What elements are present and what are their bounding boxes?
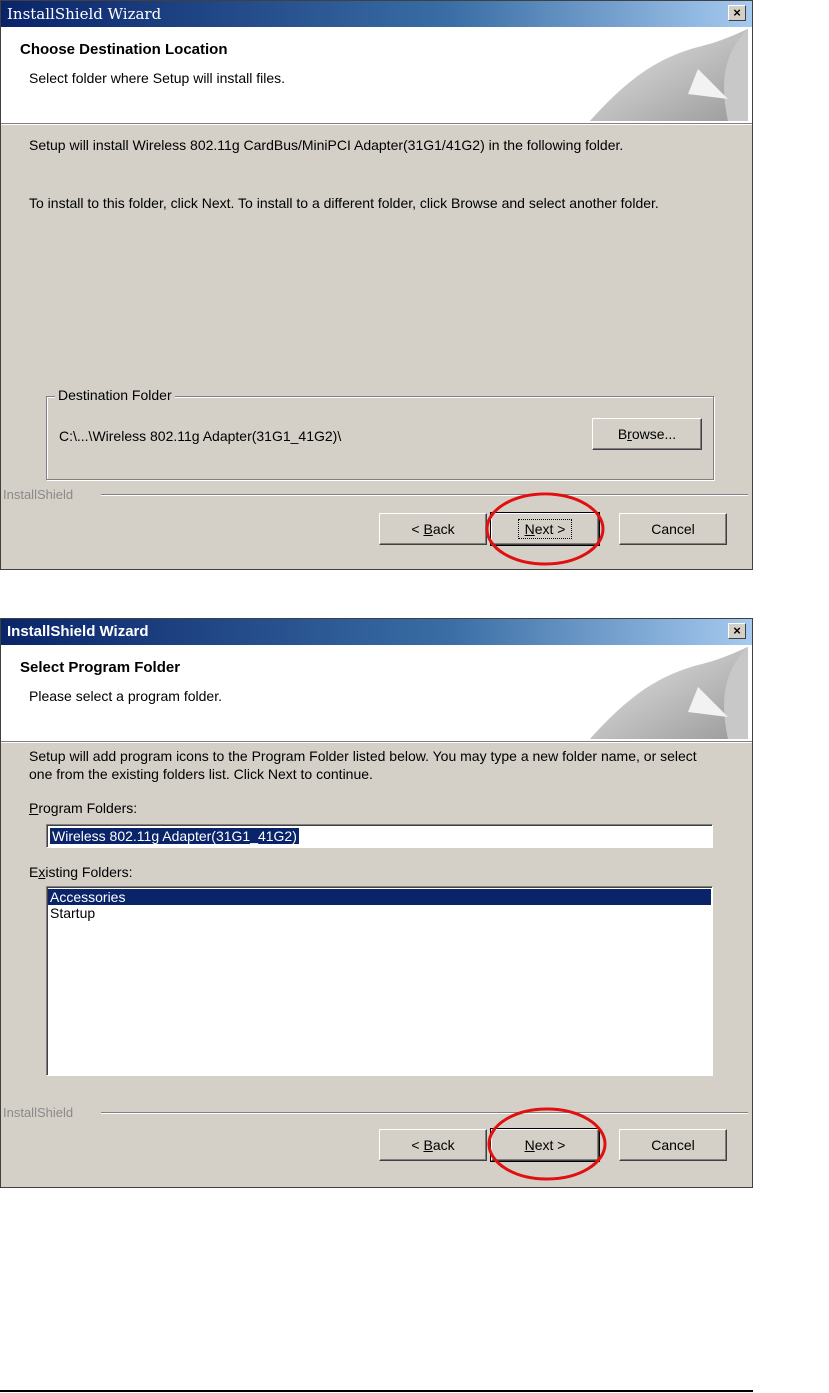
installshield-separator: InstallShield [1,1105,752,1120]
program-folder-description: Setup will add program icons to the Prog… [29,748,697,782]
program-folders-label: Program Folders: [29,800,138,816]
destination-folder-group: Destination Folder C:\...\Wireless 802.1… [46,387,714,480]
program-folder-value: Wireless 802.11g Adapter(31G1_41G2) [50,828,299,844]
list-item-accessories[interactable]: Accessories [48,889,711,905]
separator-label: InstallShield [3,1105,80,1120]
window-title: InstallShield Wizard [7,623,149,640]
title-bar: InstallShield Wizard × [1,1,752,27]
wizard-header: Select Program Folder Please select a pr… [1,645,752,742]
header-title: Choose Destination Location [20,41,228,58]
page-curl-icon [590,29,748,121]
destination-path: C:\...\Wireless 802.11g Adapter(31G1_41G… [59,428,342,444]
header-subtitle: Select folder where Setup will install f… [29,70,286,86]
list-item-startup[interactable]: Startup [48,905,711,921]
existing-folders-label: Existing Folders: [29,864,133,880]
group-label: Destination Folder [55,387,175,403]
header-title: Select Program Folder [20,659,181,676]
title-bar: InstallShield Wizard × [1,619,752,645]
header-subtitle: Please select a program folder. [29,688,222,704]
program-folder-input[interactable]: Wireless 802.11g Adapter(31G1_41G2) [46,824,713,848]
page-curl-icon [590,647,748,739]
wizard-header: Choose Destination Location Select folde… [1,27,752,124]
select-program-folder-dialog: InstallShield Wizard × Select Program Fo… [0,618,753,1188]
installshield-separator: InstallShield [1,487,752,502]
choose-destination-dialog: InstallShield Wizard × Choose Destinatio… [0,0,753,570]
next-button[interactable]: Next > [490,512,600,546]
close-icon[interactable]: × [728,5,746,21]
install-instructions: To install to this folder, click Next. T… [29,195,659,211]
back-button[interactable]: < Back [379,1129,487,1161]
separator-label: InstallShield [3,487,80,502]
cancel-button[interactable]: Cancel [619,1129,727,1161]
install-description: Setup will install Wireless 802.11g Card… [29,137,624,153]
browse-button[interactable]: Browse... [592,418,702,450]
next-button[interactable]: Next > [490,1128,600,1162]
back-button[interactable]: < Back [379,513,487,545]
close-icon[interactable]: × [728,623,746,639]
existing-folders-list[interactable]: Accessories Startup [46,886,713,1076]
page-footer-rule [0,1390,753,1392]
cancel-button[interactable]: Cancel [619,513,727,545]
window-title: InstallShield Wizard [7,5,162,23]
